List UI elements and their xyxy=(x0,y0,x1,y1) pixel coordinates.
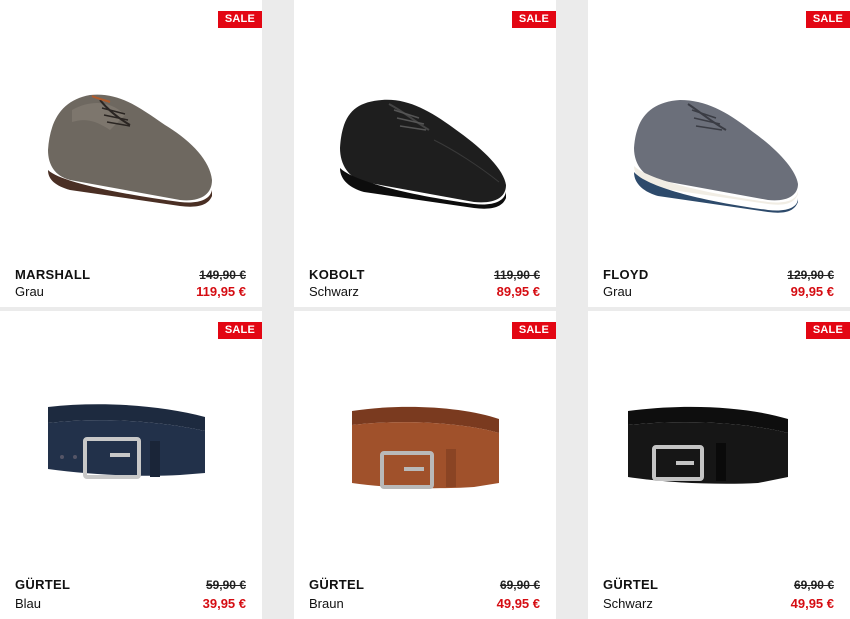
product-card[interactable]: SALE GÜRTEL Schwarz 69,90 € 49,95 € xyxy=(588,311,850,619)
old-price: 149,90 € xyxy=(199,268,246,282)
product-image[interactable] xyxy=(0,387,262,507)
product-color: Grau xyxy=(15,284,44,299)
grey-derby-shoe-image xyxy=(48,94,212,207)
sale-badge: SALE xyxy=(217,322,262,339)
sale-price: 49,95 € xyxy=(496,596,540,611)
sale-price: 119,95 € xyxy=(196,284,246,299)
product-card[interactable]: SALE GÜRTEL Blau 59,90 € 39,95 € xyxy=(0,311,262,619)
product-card[interactable]: SALE MARSHALL Grau 149,90 € 119,95 € xyxy=(0,0,262,307)
product-name[interactable]: GÜRTEL xyxy=(309,577,364,592)
product-color: Grau xyxy=(603,284,632,299)
sale-badge: SALE xyxy=(805,11,850,28)
product-color: Schwarz xyxy=(603,596,653,611)
product-name[interactable]: GÜRTEL xyxy=(15,577,70,592)
sale-badge: SALE xyxy=(511,322,556,339)
product-image[interactable] xyxy=(294,70,556,220)
product-image[interactable] xyxy=(294,397,556,507)
old-price: 59,90 € xyxy=(205,578,246,592)
product-image[interactable] xyxy=(588,397,850,507)
product-name[interactable]: MARSHALL xyxy=(15,267,90,282)
grey-suede-shoe-image xyxy=(634,100,798,213)
sale-price: 39,95 € xyxy=(202,596,246,611)
product-image[interactable] xyxy=(0,70,262,220)
blue-belt-image xyxy=(48,404,205,479)
product-name[interactable]: KOBOLT xyxy=(309,267,365,282)
sale-badge: SALE xyxy=(511,11,556,28)
product-image[interactable] xyxy=(588,70,850,220)
product-card[interactable]: SALE FLOYD Grau 129,90 € 99,95 € xyxy=(588,0,850,307)
old-price: 119,90 € xyxy=(493,268,540,282)
product-color: Blau xyxy=(15,596,42,611)
old-price: 69,90 € xyxy=(499,578,540,592)
sale-badge: SALE xyxy=(805,322,850,339)
product-name[interactable]: GÜRTEL xyxy=(603,577,658,592)
old-price: 129,90 € xyxy=(787,268,834,282)
product-color: Braun xyxy=(309,596,344,611)
sale-price: 99,95 € xyxy=(790,284,834,299)
product-name[interactable]: FLOYD xyxy=(603,267,649,282)
old-price: 69,90 € xyxy=(793,578,834,592)
black-belt-image xyxy=(628,406,788,484)
sale-price: 89,95 € xyxy=(496,284,540,299)
black-derby-shoe-image xyxy=(340,99,506,209)
sale-badge: SALE xyxy=(217,11,262,28)
brown-belt-image xyxy=(352,406,499,489)
product-color: Schwarz xyxy=(309,284,359,299)
sale-price: 49,95 € xyxy=(790,596,834,611)
product-card[interactable]: SALE KOBOLT Schwarz 119,90 € 89,95 € xyxy=(294,0,556,307)
product-card[interactable]: SALE GÜRTEL Braun 69,90 € 49,95 € xyxy=(294,311,556,619)
